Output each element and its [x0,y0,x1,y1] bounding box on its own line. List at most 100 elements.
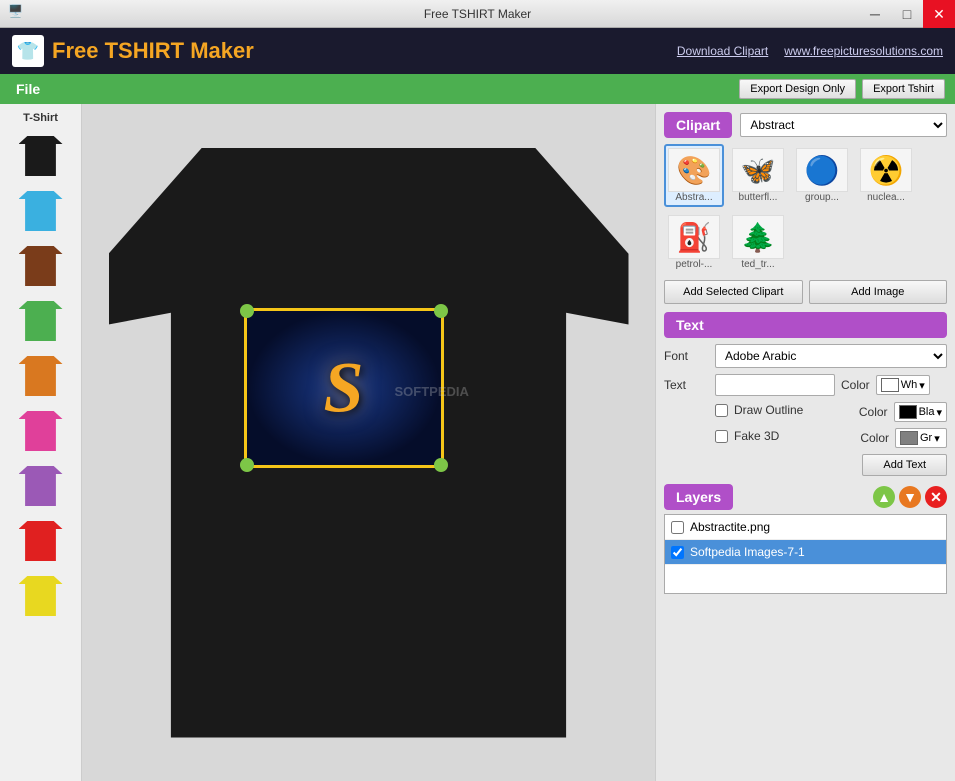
window-controls: ─ □ ✕ [859,0,955,28]
layer-visibility-checkbox[interactable] [671,546,684,559]
maximize-button[interactable]: □ [891,0,923,28]
tshirt-color-swatch[interactable] [12,350,70,402]
add-image-button[interactable]: Add Image [809,280,948,304]
clipart-item[interactable]: ☢️nuclea... [856,144,916,207]
clipart-item[interactable]: 🌲ted_tr... [728,211,788,274]
file-menu[interactable]: File [10,79,46,99]
fake3d-row: Fake 3D Color Gr ▾ [664,428,947,448]
font-label: Font [664,349,709,363]
text-color-chevron: ▾ [919,379,925,392]
clipart-thumbnail: ☢️ [860,148,912,192]
add-selected-clipart-button[interactable]: Add Selected Clipart [664,280,803,304]
tshirt-swatches [6,130,75,677]
layer-name: Softpedia Images-7-1 [690,545,805,559]
text-color-button[interactable]: Wh ▾ [876,375,930,395]
clipart-item[interactable]: 🦋butterfl... [728,144,788,207]
add-text-row: Add Text [664,454,947,476]
layer-down-button[interactable]: ▼ [899,486,921,508]
tshirt-color-swatch[interactable] [12,405,70,457]
clipart-item[interactable]: 🎨Abstra... [664,144,724,207]
text-color-swatch [881,378,899,392]
tshirt-color-swatch[interactable] [12,130,70,182]
text-color-label: Color [841,378,870,392]
layer-visibility-checkbox[interactable] [671,521,684,534]
text-section: Text Font Adobe ArabicArialTimes New Rom… [664,312,947,476]
window-title: Free TSHIRT Maker [424,7,531,21]
handle-top-left[interactable] [240,304,254,318]
layers-section-header: Layers [664,484,733,510]
design-letter: S [323,346,363,429]
canvas-area[interactable]: S SOFTPEDIA [82,104,655,781]
clipart-item[interactable]: ⛽petrol-... [664,211,724,274]
clipart-label: group... [796,192,848,203]
close-button[interactable]: ✕ [923,0,955,28]
outline-color-label: Color [859,405,888,419]
logo-free: Free [52,38,98,63]
clipart-section: Clipart AbstractAnimalsBusinessFoodNatur… [664,112,947,304]
text-input[interactable] [715,374,835,396]
clipart-item[interactable]: 🔵group... [792,144,852,207]
tshirt-color-swatch[interactable] [12,295,70,347]
tshirt-sidebar-label: T-Shirt [6,112,75,124]
tshirt-color-swatch[interactable] [12,240,70,292]
website-link[interactable]: www.freepicturesolutions.com [784,44,943,58]
fake3d-checkbox-row: Fake 3D [715,429,854,443]
clipart-category-dropdown[interactable]: AbstractAnimalsBusinessFoodNatureSportsT… [740,113,947,137]
outline-checkbox[interactable] [715,404,728,417]
layers-list: Abstractite.png Softpedia Images-7-1 [664,514,947,594]
text-input-row: Text Color Wh ▾ [664,374,947,396]
layer-delete-button[interactable]: ✕ [925,486,947,508]
handle-bottom-right[interactable] [434,458,448,472]
outline-color-button[interactable]: Bla ▾ [894,402,947,422]
export-tshirt-button[interactable]: Export Tshirt [862,79,945,99]
font-row: Font Adobe ArabicArialTimes New RomanCou… [664,344,947,368]
outline-checkbox-row: Draw Outline [715,403,853,417]
clipart-label: butterfl... [732,192,784,203]
app-header: 👕 Free TSHIRT Maker Download Clipart www… [0,28,955,74]
handle-top-right[interactable] [434,304,448,318]
fake3d-color-button[interactable]: Gr ▾ [895,428,947,448]
menu-bar: File Export Design Only Export Tshirt [0,74,955,104]
export-design-button[interactable]: Export Design Only [739,79,856,99]
layer-up-button[interactable]: ▲ [873,486,895,508]
minimize-button[interactable]: ─ [859,0,891,28]
header-links: Download Clipart www.freepicturesolution… [677,44,943,58]
add-text-button[interactable]: Add Text [862,454,947,476]
layer-item[interactable]: Abstractite.png [665,515,946,540]
clipart-label: nuclea... [860,192,912,203]
text-color-name: Wh [901,379,918,391]
download-clipart-link[interactable]: Download Clipart [677,44,768,58]
layer-name: Abstractite.png [690,520,770,534]
tshirt-color-swatch[interactable] [12,515,70,567]
clipart-thumbnail: 🌲 [732,215,784,259]
fake3d-checkbox[interactable] [715,430,728,443]
tshirt-color-swatch[interactable] [12,185,70,237]
tshirt-color-swatch[interactable] [12,460,70,512]
layers-section: Layers ▲ ▼ ✕ Abstractite.png Softpedia Im… [664,484,947,594]
fake3d-label: Fake 3D [734,429,854,443]
outline-label: Draw Outline [734,403,853,417]
tshirt-color-swatch[interactable] [12,570,70,622]
clipart-label: Abstra... [668,192,720,203]
text-section-header: Text [664,312,947,338]
logo-icon: 👕 [12,35,44,67]
layers-header-row: Layers ▲ ▼ ✕ [664,484,947,510]
layer-item[interactable]: Softpedia Images-7-1 [665,540,946,565]
fake3d-color-label: Color [860,431,889,445]
layers-controls: ▲ ▼ ✕ [873,486,947,508]
logo-tshirt: TSHIRT [105,38,184,63]
clipart-action-row: Add Selected Clipart Add Image [664,280,947,304]
tshirt-canvas: S SOFTPEDIA [109,148,629,738]
app-icon: 🖥️ [8,4,23,18]
handle-bottom-left[interactable] [240,458,254,472]
right-panel: Clipart AbstractAnimalsBusinessFoodNatur… [655,104,955,781]
outline-row: Draw Outline Color Bla ▾ [664,402,947,422]
tshirt-color-swatch[interactable] [12,625,70,677]
logo-maker: Maker [190,38,254,63]
clipart-grid: 🎨Abstra...🦋butterfl...🔵group...☢️nuclea.… [664,144,947,274]
clipart-thumbnail: 🎨 [668,148,720,192]
font-dropdown[interactable]: Adobe ArabicArialTimes New RomanCourier … [715,344,947,368]
app-logo: 👕 Free TSHIRT Maker [12,35,254,67]
text-label: Text [664,378,709,392]
watermark: SOFTPEDIA [395,384,469,399]
